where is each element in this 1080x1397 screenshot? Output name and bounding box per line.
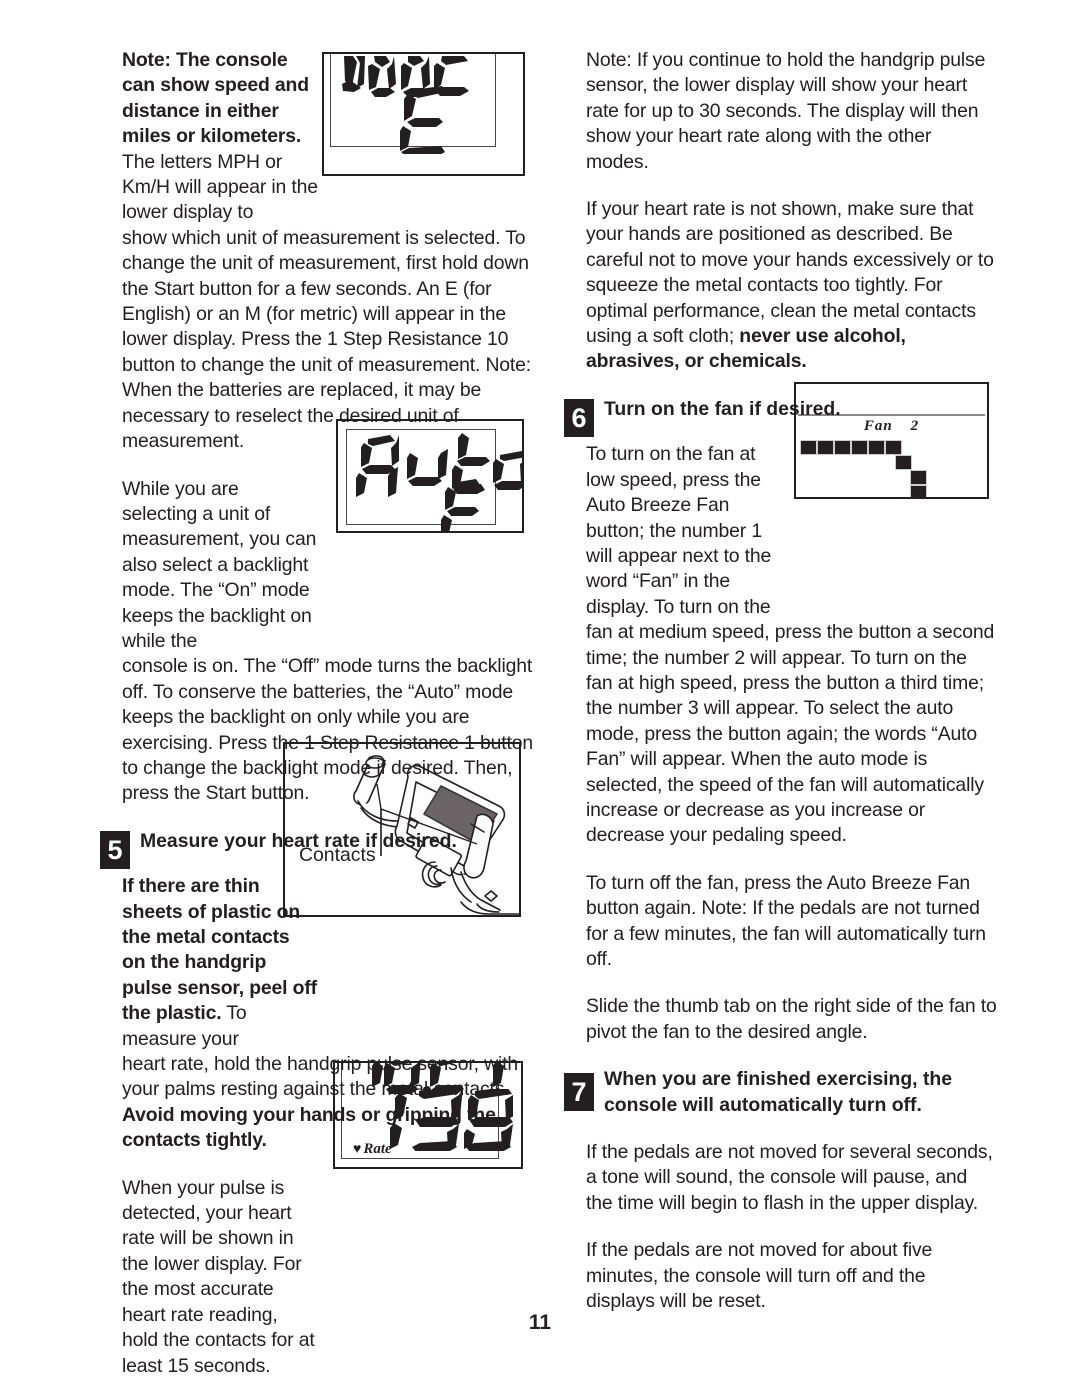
step-5-hold-sensor: heart rate, hold the handgrip pulse sens… [122,1052,534,1154]
step-5-heading: Measure your heart rate if desired. [140,829,457,852]
step-5-pulse-detected: When your pulse is detected, your heart … [122,1176,315,1377]
page-number: 11 [528,1311,552,1334]
step-6-fan-intro: To turn on the fan at low speed, press t… [586,443,772,618]
left-column: Note: The console can show speed and dis… [100,48,534,1397]
step-7-heading: When you are finished exercising, the co… [604,1068,953,1116]
step-6-number: 6 [564,398,594,437]
step-5-plastic-note: If there are thin sheets of plastic on t… [122,874,318,1052]
step-7-pause-note: If the pedals are not moved for several … [586,1141,993,1214]
backlight-paragraph-continued: console is on. The “Off” mode turns the … [122,655,534,805]
step-5-number: 5 [100,830,130,869]
step-6-fan-thumb-tab: Slide the thumb tab on the right side of… [586,995,997,1043]
step-5-plastic-bold: If there are thin sheets of plastic on t… [122,875,317,1025]
note-units-intro: Note: The console can show speed and dis… [122,48,318,226]
step-6-block: 6 Turn on the fan if desired. [564,397,998,437]
step-7-shutoff-note: If the pedals are not moved for about fi… [586,1239,933,1313]
step-7-number: 7 [564,1073,594,1112]
step-6-heading: Turn on the fan if desired. [604,397,841,420]
right-column: Note: If you continue to hold the handgr… [564,48,998,1336]
step-6-fan-off: To turn off the fan, press the Auto Bree… [586,871,986,970]
step-5-block: 5 Measure your heart rate if desired. [100,829,534,869]
backlight-paragraph-narrow: While you are selecting a unit of measur… [122,477,317,652]
right-note-hold-sensor: Note: If you continue to hold the handgr… [586,49,986,173]
note-units-continued: show which unit of measurement is select… [122,226,532,453]
note-units-bold: Note: The console can show speed and dis… [122,49,309,148]
manual-page: Contacts ♥ Rate Fan 2 Note: The console … [0,0,1080,1397]
step-7-block: 7 When you are finished exercising, the … [564,1067,998,1118]
step-6-fan-speeds: fan at medium speed, press the button a … [586,621,995,847]
right-heart-rate-troubleshooting: If your heart rate is not shown, make su… [586,197,998,375]
step-5-avoid-bold: Avoid moving your hands or gripping the … [122,1103,496,1152]
step-5-hold-sensor-text: heart rate, hold the handgrip pulse sens… [122,1053,518,1101]
note-units-rest: The letters MPH or Km/H will appear in t… [122,150,318,224]
